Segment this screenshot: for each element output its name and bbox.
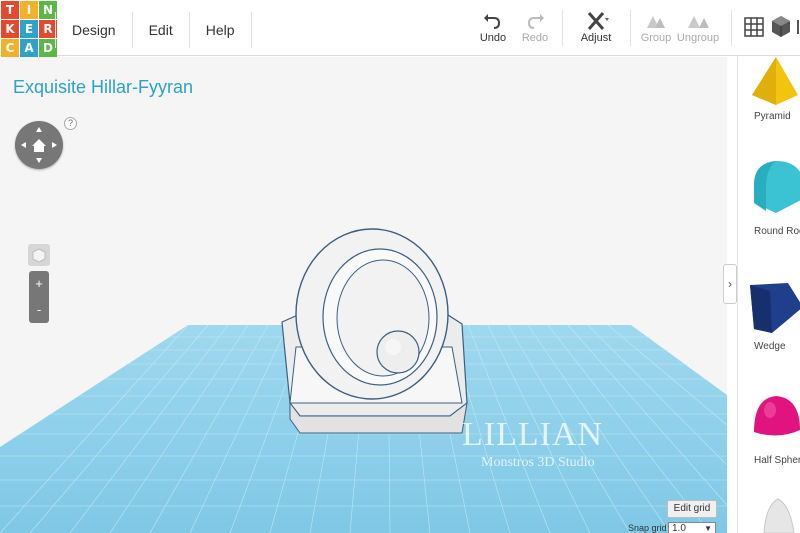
orbit-control[interactable] bbox=[15, 121, 63, 169]
zoom-out-button[interactable]: - bbox=[29, 297, 49, 323]
paraboloid-icon bbox=[763, 498, 795, 533]
cube-home-icon bbox=[32, 248, 46, 263]
chevron-down-icon: ▼ bbox=[704, 524, 712, 533]
help-icon[interactable]: ? bbox=[64, 117, 77, 130]
wedge-icon bbox=[750, 283, 800, 333]
model-ring[interactable] bbox=[295, 228, 449, 400]
adjust-button[interactable]: Adjust bbox=[571, 10, 621, 50]
redo-label: Redo bbox=[521, 32, 549, 44]
toolbar-divider bbox=[562, 10, 563, 46]
adjust-icon bbox=[587, 12, 609, 30]
ungroup-icon bbox=[688, 16, 709, 28]
orbit-arrows-icon bbox=[21, 127, 57, 163]
logo-letter: K bbox=[1, 20, 19, 38]
round-roof-icon bbox=[754, 161, 800, 213]
home-view-button[interactable] bbox=[28, 244, 50, 266]
panel-toggle-button[interactable]: › bbox=[723, 264, 737, 304]
shape-label-pyramid: Pyramid bbox=[754, 111, 791, 122]
snap-grid-select[interactable]: 1.0 ▼ bbox=[668, 522, 716, 533]
logo-letter: C bbox=[1, 39, 19, 57]
edit-grid-button[interactable]: Edit grid bbox=[667, 500, 717, 518]
logo-letter: A bbox=[20, 39, 38, 57]
top-bar: T I N K E R C A D Design Edit Help Undo … bbox=[0, 0, 800, 57]
pyramid-icon bbox=[752, 57, 798, 105]
cube-icon bbox=[772, 16, 790, 37]
view-option-icon bbox=[797, 20, 799, 34]
shape-label-round-roof: Round Roof bbox=[754, 226, 800, 237]
shapes-panel: Pyramid Round Roof Wedge Half Sphere bbox=[737, 57, 800, 533]
logo-letter: E bbox=[20, 20, 38, 38]
main-menu: Design Edit Help bbox=[55, 12, 252, 48]
group-label: Group bbox=[640, 32, 672, 44]
menu-design[interactable]: Design bbox=[55, 12, 133, 48]
solid-view-button[interactable] bbox=[767, 10, 795, 42]
watermark-name: LILLIAN bbox=[462, 416, 604, 453]
view-option-button[interactable] bbox=[794, 10, 800, 42]
snap-grid-value: 1.0 bbox=[672, 523, 686, 533]
zoom-in-button[interactable]: + bbox=[29, 271, 49, 297]
adjust-label: Adjust bbox=[580, 32, 612, 44]
design-title[interactable]: Exquisite Hillar-Fyyran bbox=[13, 77, 193, 98]
toolbar-divider bbox=[731, 10, 732, 46]
redo-button[interactable]: Redo bbox=[510, 10, 560, 50]
grid-view-button[interactable] bbox=[740, 10, 768, 42]
snap-grid-label: Snap grid bbox=[628, 523, 667, 533]
workplane-grid[interactable] bbox=[0, 57, 727, 533]
workplane-canvas[interactable]: Exquisite Hillar-Fyyran ? + - LILLIAN Mo… bbox=[0, 57, 727, 533]
ungroup-label: Ungroup bbox=[676, 32, 720, 44]
grid-view-icon bbox=[744, 17, 764, 37]
menu-help[interactable]: Help bbox=[190, 12, 252, 48]
shape-label-half-sphere: Half Sphere bbox=[754, 455, 800, 466]
watermark-subtitle: Monstros 3D Studio bbox=[481, 455, 595, 470]
half-sphere-icon bbox=[754, 396, 800, 436]
logo-letter: T bbox=[1, 1, 19, 19]
model-sphere[interactable] bbox=[376, 330, 420, 374]
redo-icon bbox=[527, 14, 544, 29]
shape-label-wedge: Wedge bbox=[754, 341, 786, 352]
menu-edit[interactable]: Edit bbox=[133, 12, 190, 48]
logo-letter: I bbox=[20, 1, 38, 19]
zoom-control: + - bbox=[29, 271, 49, 323]
undo-label: Undo bbox=[479, 32, 507, 44]
ungroup-button[interactable]: Ungroup bbox=[673, 10, 723, 50]
tinkercad-logo[interactable]: T I N K E R C A D bbox=[0, 0, 57, 57]
